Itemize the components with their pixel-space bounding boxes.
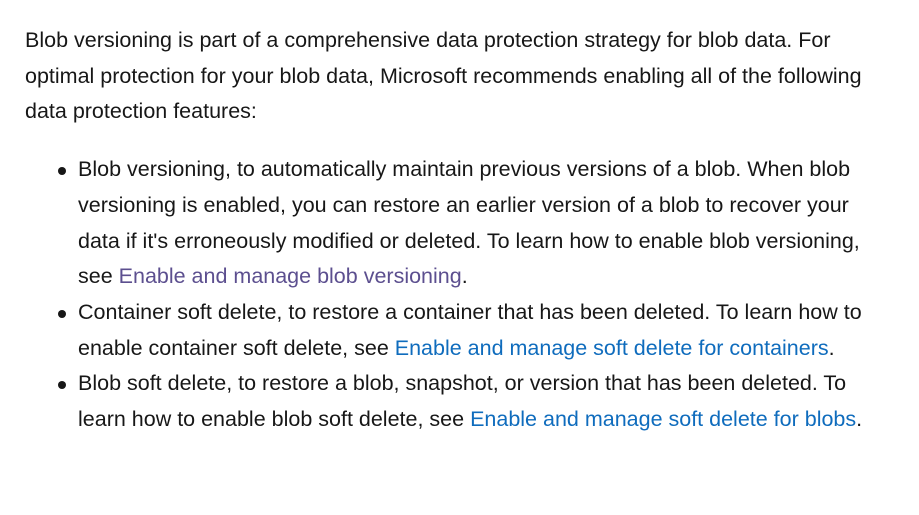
list-item-period: . xyxy=(461,264,468,289)
link-enable-blob-versioning[interactable]: Enable and manage blob versioning xyxy=(119,264,462,288)
article-content: Blob versioning is part of a comprehensi… xyxy=(25,23,895,438)
list-item-period: . xyxy=(856,407,863,432)
list-item-container-soft-delete: Container soft delete, to restore a cont… xyxy=(58,295,895,366)
list-item-blob-versioning: Blob versioning, to automatically mainta… xyxy=(58,152,895,295)
list-item-period: . xyxy=(828,335,835,360)
list-item-blob-soft-delete: Blob soft delete, to restore a blob, sna… xyxy=(58,366,895,437)
bullet-icon xyxy=(58,381,66,390)
bullet-icon xyxy=(58,167,66,176)
link-container-soft-delete[interactable]: Enable and manage soft delete for contai… xyxy=(395,336,829,360)
data-protection-features-list: Blob versioning, to automatically mainta… xyxy=(25,152,895,438)
intro-paragraph: Blob versioning is part of a comprehensi… xyxy=(25,28,862,124)
link-blob-soft-delete[interactable]: Enable and manage soft delete for blobs xyxy=(470,407,856,431)
bullet-icon xyxy=(58,309,66,318)
